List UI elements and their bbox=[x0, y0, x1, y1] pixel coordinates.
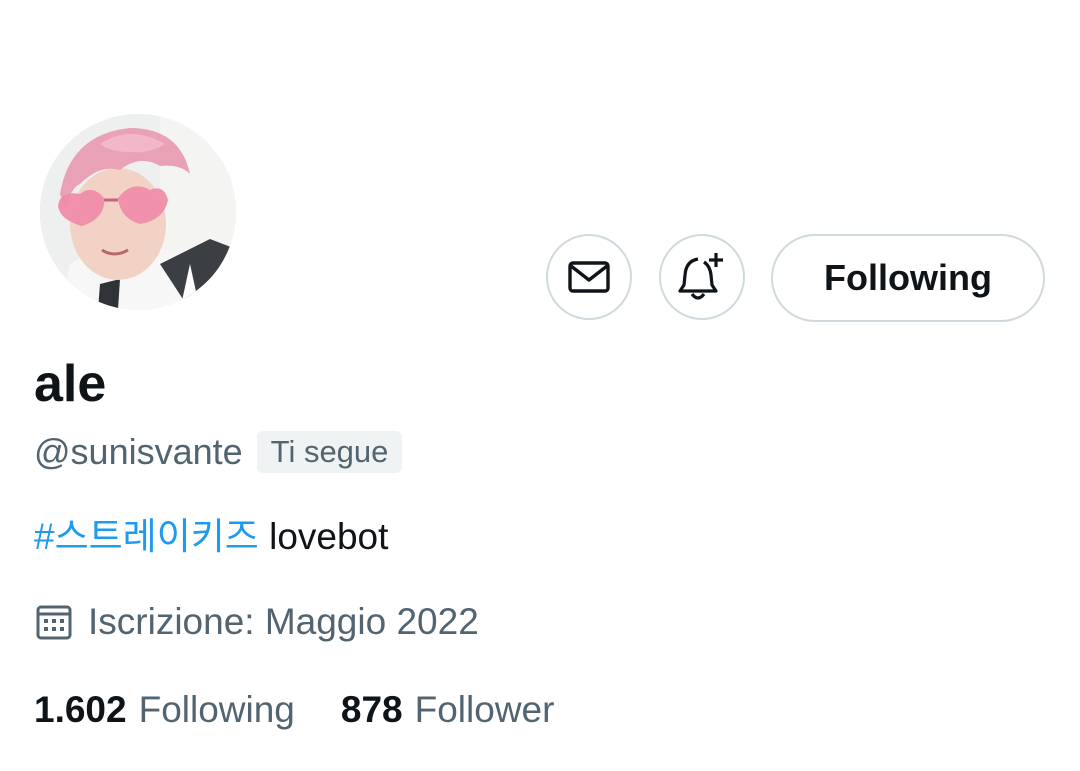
bio-hashtag-link[interactable]: #스트레이키즈 bbox=[34, 516, 259, 557]
bell-plus-icon bbox=[678, 253, 723, 300]
following-count: 1.602 bbox=[34, 689, 127, 730]
follows-you-badge: Ti segue bbox=[256, 431, 403, 473]
profile-header: Following ale @sunisvante Ti segue #스트레이… bbox=[0, 0, 1080, 771]
joined-date: Iscrizione: Maggio 2022 bbox=[88, 601, 479, 642]
avatar[interactable] bbox=[40, 114, 236, 310]
handle-row: @sunisvante Ti segue bbox=[34, 430, 403, 474]
followers-count: 878 bbox=[340, 689, 403, 730]
display-name: ale bbox=[34, 355, 107, 413]
followers-label: Follower bbox=[414, 689, 555, 730]
avatar-image bbox=[40, 114, 236, 310]
message-button[interactable] bbox=[546, 234, 632, 320]
following-label: Following bbox=[138, 689, 295, 730]
follow-stats: 1.602 Following 878 Follower bbox=[34, 686, 600, 734]
following-button[interactable]: Following bbox=[771, 234, 1045, 322]
username-handle: @sunisvante bbox=[34, 431, 243, 472]
notifications-button[interactable] bbox=[659, 234, 745, 320]
joined-date-row: Iscrizione: Maggio 2022 bbox=[34, 598, 479, 646]
followers-stat-link[interactable]: 878 Follower bbox=[341, 686, 555, 734]
mail-icon bbox=[568, 261, 610, 293]
following-stat-link[interactable]: 1.602 Following bbox=[34, 686, 295, 734]
bio-text: lovebot bbox=[258, 516, 389, 557]
calendar-icon bbox=[36, 605, 72, 640]
bio: #스트레이키즈 lovebot bbox=[34, 514, 388, 560]
